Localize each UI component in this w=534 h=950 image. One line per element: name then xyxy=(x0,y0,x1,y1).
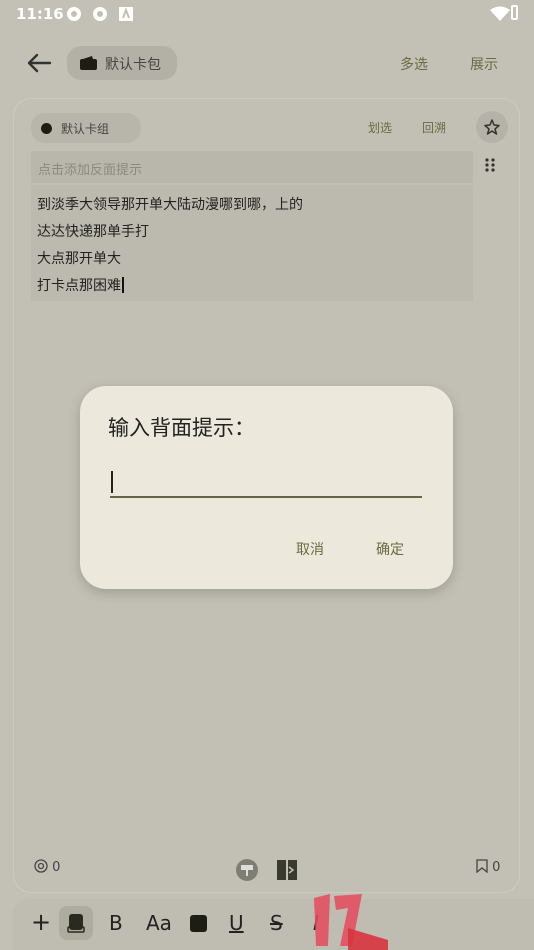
confirm-button[interactable]: 确定 xyxy=(376,539,404,559)
sync-icon xyxy=(93,7,107,21)
paint-roller-icon[interactable] xyxy=(236,859,258,881)
notification-a-icon xyxy=(119,7,133,21)
status-bar: 11:16 xyxy=(0,0,534,28)
mention-counter[interactable]: 0 xyxy=(34,859,60,875)
dialog-title: 输入背面提示： xyxy=(108,416,255,440)
text-cursor xyxy=(122,277,124,293)
back-hint-input[interactable] xyxy=(110,466,422,498)
wallet-chip-label: 默认卡包 xyxy=(105,57,161,73)
back-hint-dialog: 输入背面提示： 取消 确定 xyxy=(80,386,453,589)
underline-button[interactable]: U xyxy=(229,911,244,935)
drag-handle-icon[interactable] xyxy=(484,157,496,173)
show-button[interactable]: 展示 xyxy=(470,54,498,74)
content-line-last: 打卡点那困难 xyxy=(37,275,124,295)
multi-select-button[interactable]: 多选 xyxy=(400,54,428,74)
content-line: 大点那开单大 xyxy=(37,251,121,267)
content-line: 达达快递那单手打 xyxy=(37,224,149,240)
sync-icon xyxy=(67,7,81,21)
back-hint-placeholder: 点击添加反面提示 xyxy=(38,163,143,178)
card-group-label: 默认卡组 xyxy=(61,122,110,136)
bookmark-counter[interactable]: 0 xyxy=(476,859,500,875)
content-line: 打卡点那困难 xyxy=(37,278,121,294)
text-color-button[interactable] xyxy=(190,915,207,932)
font-size-button[interactable]: Aa xyxy=(146,911,172,935)
card-content-editor[interactable]: 到淡季大领导那开单大陆动漫哪到哪，上的 达达快递那单手打 大点那开单大 打卡点那… xyxy=(31,185,473,301)
history-button[interactable]: 划选 xyxy=(368,119,392,136)
wifi-icon xyxy=(490,6,510,21)
group-dot-icon xyxy=(41,123,52,134)
mention-count: 0 xyxy=(52,860,61,875)
status-time: 11:16 xyxy=(16,5,64,23)
cancel-button[interactable]: 取消 xyxy=(296,539,324,559)
card-stack-icon xyxy=(67,914,85,933)
bookmark-icon xyxy=(476,859,488,874)
card-group-chip[interactable]: 默认卡组 xyxy=(31,113,141,143)
content-line: 到淡季大领导那开单大陆动漫哪到哪，上的 xyxy=(37,197,303,213)
back-hint-field[interactable]: 点击添加反面提示 xyxy=(31,151,473,183)
arrow-left-icon[interactable] xyxy=(24,48,54,78)
input-cursor xyxy=(111,471,113,493)
wallet-icon xyxy=(80,56,97,70)
format-toolbar: + B Aa U S I xyxy=(13,899,534,950)
split-card-icon[interactable] xyxy=(276,859,298,881)
watermark-logo xyxy=(314,894,388,950)
star-icon xyxy=(484,119,500,135)
card-style-button[interactable] xyxy=(59,906,93,940)
wallet-chip[interactable]: 默认卡包 xyxy=(67,46,177,80)
add-icon[interactable]: + xyxy=(31,908,51,936)
app-bar: 默认卡包 多选 展示 xyxy=(0,40,534,86)
strikethrough-button[interactable]: S xyxy=(270,911,283,935)
review-button[interactable]: 回溯 xyxy=(422,119,446,136)
star-button[interactable] xyxy=(476,111,508,143)
bold-button[interactable]: B xyxy=(109,911,123,935)
bookmark-count: 0 xyxy=(492,860,501,875)
at-icon xyxy=(34,859,48,873)
battery-icon xyxy=(511,5,518,20)
